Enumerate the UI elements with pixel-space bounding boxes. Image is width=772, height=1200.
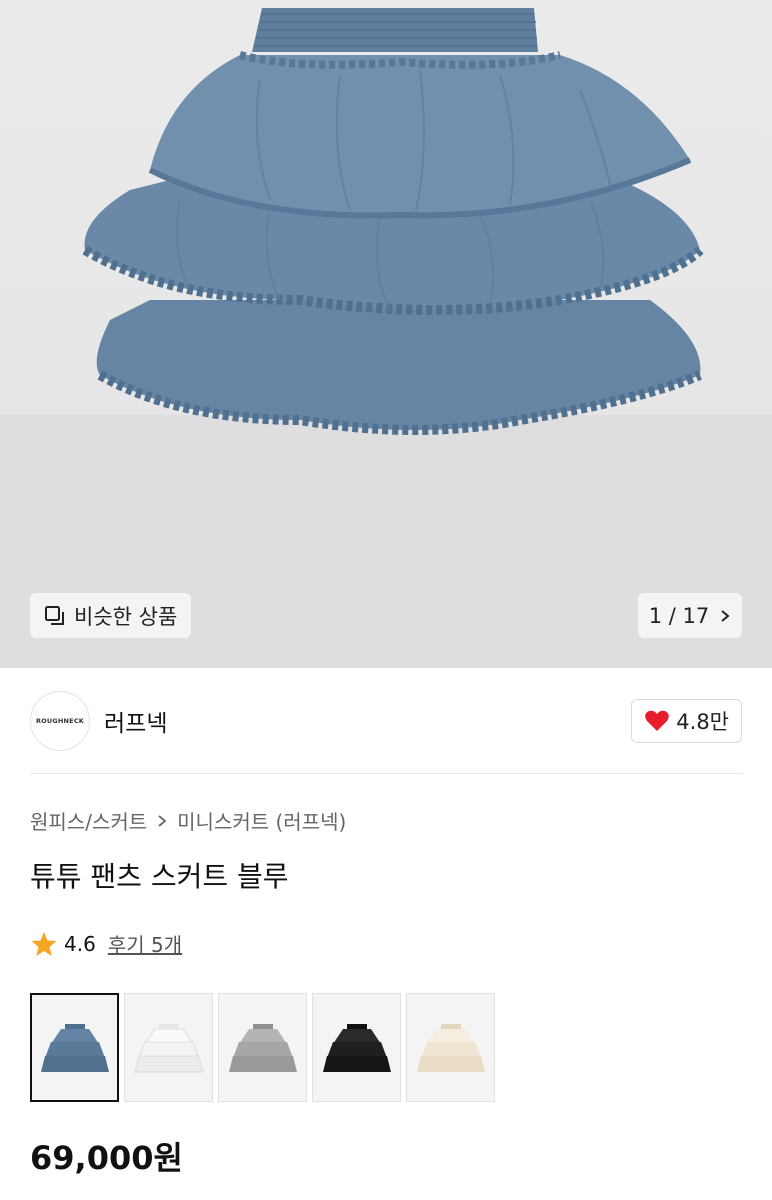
skirt-thumbnail-image — [416, 1023, 485, 1072]
product-image-area[interactable]: 비슷한 상품 1 / 17 — [0, 0, 772, 668]
color-thumbnail-cream[interactable] — [406, 993, 495, 1102]
brand-row: ROUGHNECK 러프넥 4.8만 — [30, 690, 742, 752]
copy-icon — [45, 605, 64, 625]
breadcrumb-category[interactable]: 원피스/스커트 — [30, 806, 147, 835]
like-button[interactable]: 4.8만 — [631, 699, 742, 743]
heart-icon — [645, 710, 670, 731]
color-thumbnail-blue[interactable] — [30, 993, 119, 1102]
chevron-right-icon — [158, 814, 167, 827]
similar-products-label: 비슷한 상품 — [74, 604, 178, 629]
similar-products-button[interactable]: 비슷한 상품 — [30, 593, 192, 638]
product-price: 69,000원 — [30, 1139, 183, 1177]
divider — [30, 773, 742, 774]
skirt-thumbnail-image — [228, 1023, 297, 1072]
review-count-link[interactable]: 후기 5개 — [108, 929, 182, 958]
skirt-thumbnail-image — [133, 1023, 204, 1072]
star-icon — [31, 931, 57, 956]
color-option-thumbnails — [30, 993, 495, 1102]
skirt-thumbnail-image — [40, 1023, 109, 1072]
rating-score: 4.6 — [64, 931, 96, 956]
breadcrumb-subcategory[interactable]: 미니스커트 (러프넥) — [177, 806, 346, 835]
image-pager[interactable]: 1 / 17 — [638, 593, 742, 638]
product-title: 튜튜 팬츠 스커트 블루 — [30, 860, 289, 893]
color-thumbnail-white[interactable] — [124, 993, 213, 1102]
brand-logo[interactable]: ROUGHNECK — [30, 691, 90, 751]
skirt-thumbnail-image — [322, 1023, 391, 1072]
color-thumbnail-black[interactable] — [312, 993, 401, 1102]
product-photo-skirt — [0, 8, 772, 668]
chevron-right-icon — [721, 609, 730, 622]
brand-name[interactable]: 러프넥 — [104, 704, 167, 738]
pager-text: 1 / 17 — [648, 603, 710, 628]
breadcrumb: 원피스/스커트 미니스커트 (러프넥) — [30, 806, 346, 835]
like-count: 4.8만 — [676, 710, 729, 734]
brand-logo-text: ROUGHNECK — [35, 717, 85, 725]
color-thumbnail-gray[interactable] — [218, 993, 307, 1102]
product-rating: 4.6 후기 5개 — [30, 929, 182, 958]
